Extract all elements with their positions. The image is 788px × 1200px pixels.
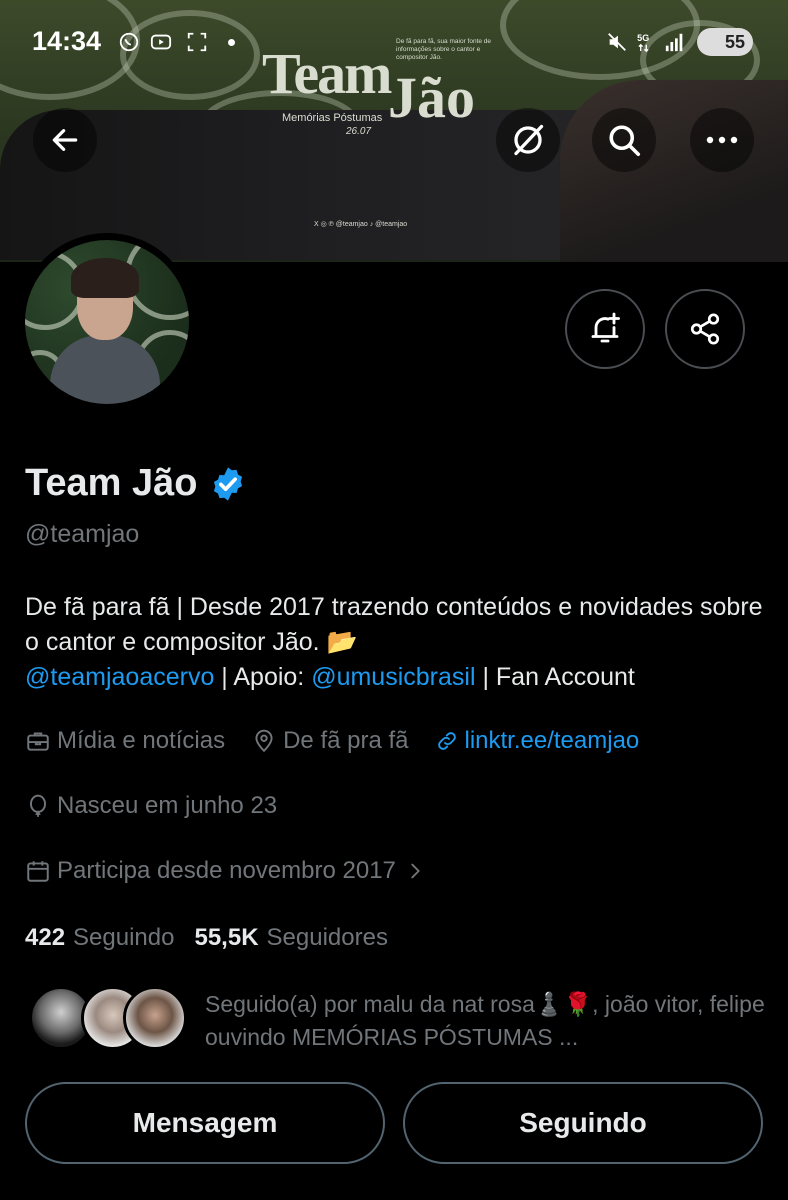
location-label: De fã pra fã	[283, 727, 409, 754]
message-button-label: Mensagem	[132, 1107, 278, 1138]
location-pin-icon	[255, 729, 273, 753]
screenshot-icon	[187, 32, 207, 52]
svg-text:5G: 5G	[637, 33, 649, 43]
bio-separator: | Apoio:	[214, 663, 312, 691]
link-icon	[437, 732, 456, 750]
search-icon	[609, 125, 641, 157]
youtube-icon	[150, 34, 172, 50]
signal-icon	[665, 33, 683, 52]
profile-website[interactable]: linktr.ee/teamjao	[435, 727, 640, 755]
profile-meta-row: Mídia e notícias De fã pra fã linktr.ee/…	[25, 727, 665, 755]
battery-level: 55	[724, 32, 745, 52]
profile-handle: @teamjao	[25, 520, 140, 548]
banner-figure-2	[560, 80, 788, 262]
website-link[interactable]: linktr.ee/teamjao	[465, 727, 640, 755]
following-button[interactable]: Seguindo	[403, 1082, 763, 1164]
share-button[interactable]	[665, 289, 745, 369]
banner-subtitle: Memórias Póstumas	[282, 112, 383, 124]
verified-badge-icon[interactable]	[209, 465, 247, 503]
profile-joined[interactable]: Participa desde novembro 2017	[25, 857, 458, 885]
joined-label: Participa desde novembro 2017	[57, 857, 396, 884]
bell-plus-icon	[591, 312, 620, 343]
follower-avatar	[123, 986, 187, 1050]
grok-button[interactable]	[496, 108, 560, 172]
more-icon	[706, 136, 738, 144]
banner-social: X ◎ ℗ @teamjao ♪ @teamjao	[314, 221, 408, 228]
whatsapp-icon	[119, 32, 139, 52]
profile-location: De fã pra fã	[251, 727, 409, 755]
birthday-label: Nasceu em junho 23	[57, 792, 278, 819]
profile-bio: De fã para fã | Desde 2017 trazendo cont…	[25, 590, 765, 695]
balloon-icon	[29, 794, 47, 817]
profile-name-row: Team Jão	[25, 462, 247, 505]
search-button[interactable]	[592, 108, 656, 172]
notifications-button[interactable]	[565, 289, 645, 369]
profile-birthday: Nasceu em junho 23	[25, 792, 303, 820]
back-button[interactable]	[33, 108, 97, 172]
followers-count[interactable]: 55,5K	[194, 924, 258, 952]
followers-label[interactable]: Seguidores	[267, 924, 388, 952]
grok-icon	[514, 124, 544, 156]
notification-dot	[228, 39, 235, 46]
battery-indicator: 55	[697, 28, 753, 56]
follow-counts: 422 Seguindo 55,5K Seguidores	[25, 924, 408, 952]
category-label: Mídia e notícias	[57, 727, 226, 754]
banner-date: 26.07	[346, 126, 372, 137]
5g-icon: 5G	[637, 33, 649, 53]
following-label[interactable]: Seguindo	[73, 924, 174, 952]
followed-by-row[interactable]: Seguido(a) por malu da nat rosa♟️🌹, joão…	[25, 986, 775, 1056]
share-icon	[690, 313, 720, 345]
profile-avatar[interactable]	[18, 233, 196, 411]
profile-category: Mídia e notícias	[25, 727, 225, 755]
bio-mention-teamjaoacervo[interactable]: @teamjaoacervo	[25, 663, 214, 691]
more-options-button[interactable]	[690, 108, 754, 172]
following-count[interactable]: 422	[25, 924, 65, 952]
profile-name: Team Jão	[25, 462, 198, 504]
status-time: 14:34	[32, 26, 102, 56]
bio-end: | Fan Account	[475, 663, 635, 691]
chevron-right-icon	[411, 863, 420, 879]
arrow-left-icon	[52, 129, 78, 151]
calendar-icon	[27, 861, 49, 882]
banner-title-2: Jão	[388, 65, 475, 130]
bio-text: De fã para fã | Desde 2017 trazendo cont…	[25, 593, 763, 656]
briefcase-icon	[27, 732, 49, 751]
followed-by-text: Seguido(a) por malu da nat rosa♟️🌹, joão…	[205, 991, 765, 1050]
mute-icon	[608, 33, 626, 51]
status-bar: 14:34 5G 55	[0, 20, 788, 64]
message-button[interactable]: Mensagem	[25, 1082, 385, 1164]
following-button-label: Seguindo	[519, 1107, 647, 1138]
bio-mention-umusicbrasil[interactable]: @umusicbrasil	[311, 663, 475, 691]
